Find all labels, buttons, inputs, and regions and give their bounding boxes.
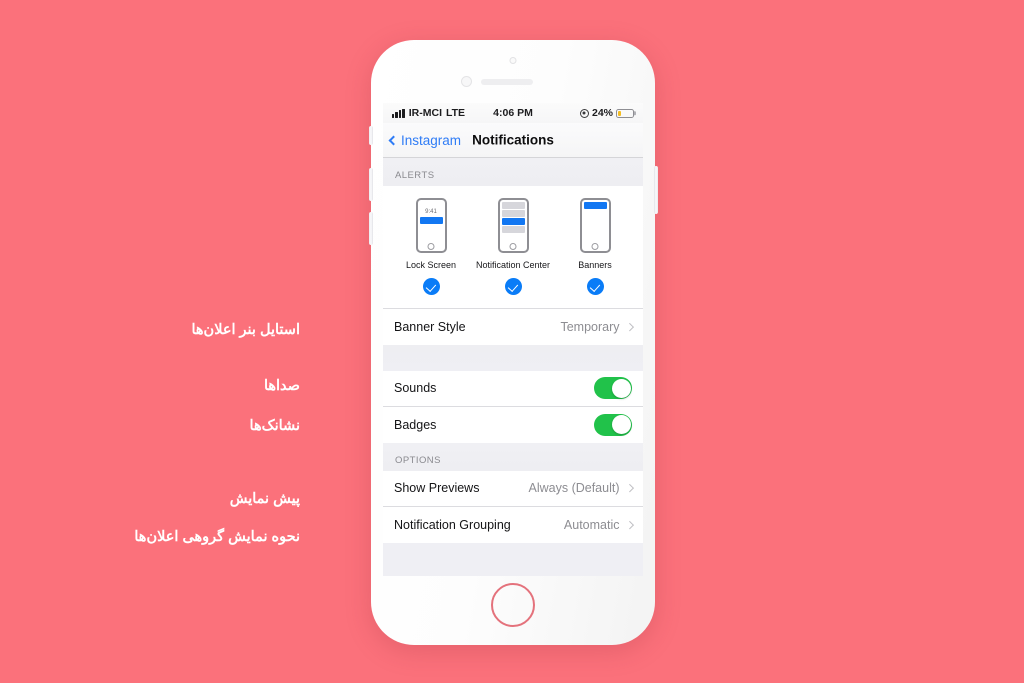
battery-percent-label: 24% [591,107,613,119]
status-bar: IR-MCI LTE 4:06 PM 24% [383,103,643,123]
page-title: Notifications [472,132,554,148]
annotation-badges: نشانک‌ها [249,418,300,434]
signal-bars-icon [392,108,405,118]
back-button-label: Instagram [401,132,462,148]
alert-option-label: Lock Screen [405,260,457,270]
row-label: Notification Grouping [394,517,511,532]
checkmark-icon[interactable] [586,278,604,295]
row-sounds[interactable]: Sounds [383,370,643,407]
checkmark-icon[interactable] [504,278,522,295]
navigation-bar: Instagram Notifications [383,123,643,158]
annotation-notification-grouping: نحوه نمایش گروهی اعلان‌ها [134,529,300,545]
banners-mock-icon [579,198,611,253]
row-label: Sounds [394,381,437,395]
alert-option-label: Banners [578,260,612,270]
chevron-right-icon [625,520,634,529]
row-label: Badges [394,417,437,432]
phone-screen: IR-MCI LTE 4:06 PM 24% Instagram Notific… [383,103,643,576]
clock-label: 4:06 PM [493,107,533,119]
sounds-toggle[interactable] [594,377,632,399]
alert-style-picker: 9:41 Lock Screen Notification Center Ban… [383,186,643,295]
annotation-banner-style: استایل بنر اعلان‌ها [191,322,300,338]
low-power-icon [579,108,589,118]
row-value: Always (Default) [528,481,620,495]
row-label: Banner Style [394,319,466,334]
carrier-label: IR-MCI [408,107,442,119]
row-notification-grouping[interactable]: Notification Grouping Automatic [383,506,643,543]
power-button[interactable] [653,166,658,214]
chevron-left-icon [388,135,399,145]
row-value: Temporary [560,319,620,334]
switches-card: Sounds Badges [383,370,643,443]
section-header-alerts: ALERTS [383,158,643,186]
alert-option-banners[interactable]: Banners [554,198,636,295]
mute-switch-button[interactable] [368,126,373,145]
list-bottom-gap [383,542,643,553]
notification-center-mock-icon [497,198,529,253]
chevron-right-icon [625,484,634,492]
earpiece-speaker-icon [481,79,533,85]
proximity-sensor-icon [461,76,472,87]
section-gap [383,344,643,371]
alert-option-lock-screen[interactable]: 9:41 Lock Screen [390,198,472,295]
badges-toggle[interactable] [594,413,632,436]
row-label: Show Previews [394,481,480,495]
mock-time-label: 9:41 [425,208,437,215]
front-camera-icon [509,57,517,64]
volume-up-button[interactable] [368,168,373,201]
chevron-right-icon [625,322,634,331]
network-type-label: LTE [446,107,466,119]
volume-down-button[interactable] [368,212,373,245]
annotation-show-previews: پیش نمایش [229,491,300,507]
row-value: Automatic [563,517,620,532]
checkmark-icon[interactable] [422,278,440,295]
row-banner-style[interactable]: Banner Style Temporary [383,308,643,345]
settings-list[interactable]: ALERTS 9:41 Lock Screen Notification Cen… [383,158,643,576]
home-button[interactable] [491,583,535,627]
back-button[interactable]: Instagram [388,132,462,148]
section-header-options: OPTIONS [383,442,643,471]
iphone-device-frame: IR-MCI LTE 4:06 PM 24% Instagram Notific… [368,40,658,645]
alert-option-notification-center[interactable]: Notification Center [472,198,554,295]
battery-icon [616,108,634,118]
alerts-card: 9:41 Lock Screen Notification Center Ban… [383,186,643,345]
alert-option-label: Notification Center [475,260,551,270]
lock-screen-mock-icon: 9:41 [415,198,447,253]
toggle-knob [611,415,631,434]
annotation-sounds: صداها [263,378,300,394]
options-card: Show Previews Always (Default) Notificat… [383,470,643,543]
toggle-knob [611,378,631,398]
row-show-previews[interactable]: Show Previews Always (Default) [383,470,643,507]
row-badges[interactable]: Badges [383,406,643,443]
